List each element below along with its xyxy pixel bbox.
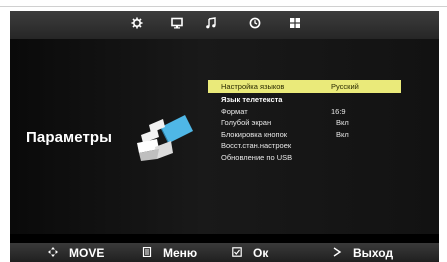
hint-ok: Ок	[232, 243, 268, 262]
menu-item-label: Язык телетекста	[221, 95, 283, 104]
menu-item-value: Вкл	[336, 129, 349, 139]
tab-picture[interactable]	[168, 16, 186, 34]
grid-icon	[289, 16, 301, 34]
menu-item-format[interactable]: Формат 16:9	[208, 106, 401, 118]
menu-button-icon	[142, 246, 163, 260]
menu-item-label: Настройка языков	[221, 82, 285, 91]
settings-menu: Настройка языков Русский Язык телетекста…	[208, 80, 401, 163]
tab-sound[interactable]	[202, 16, 220, 34]
tab-time[interactable]	[246, 16, 264, 34]
menu-item-label: Блокировка кнопок	[221, 129, 288, 139]
music-note-icon	[205, 16, 217, 34]
hint-exit: Выход	[332, 243, 393, 262]
move-arrows-icon	[48, 246, 69, 260]
menu-panel: Параметры Настройка языков Русский Язык …	[10, 39, 439, 234]
menu-item-usb-update[interactable]: Обновление по USB	[208, 152, 401, 164]
gear-icon	[131, 16, 143, 34]
menu-item-label: Восст.стан.настроек	[221, 141, 292, 150]
menu-item-teletext-language[interactable]: Язык телетекста	[208, 94, 401, 106]
clock-icon	[249, 16, 261, 34]
hint-ok-label: Ок	[253, 245, 269, 260]
menu-item-reset[interactable]: Восст.стан.настроек	[208, 140, 401, 152]
hint-exit-label: Выход	[353, 245, 394, 260]
hint-menu-label: Меню	[163, 245, 198, 260]
parameters-logo-icon	[135, 105, 193, 161]
menu-item-key-lock[interactable]: Блокировка кнопок Вкл	[208, 129, 401, 141]
menu-item-label: Голубой экран	[221, 118, 272, 127]
menu-item-value: Вкл	[336, 118, 349, 127]
tab-options[interactable]	[286, 16, 304, 34]
tab-settings[interactable]	[128, 16, 146, 34]
top-border	[0, 0, 447, 7]
menu-item-blue-screen[interactable]: Голубой экран Вкл	[208, 117, 401, 129]
hint-menu: Меню	[142, 243, 197, 262]
exit-arrow-icon	[332, 246, 353, 260]
tv-screen: Параметры Настройка языков Русский Язык …	[10, 11, 439, 262]
tab-bar	[10, 11, 439, 39]
menu-item-value: 16:9	[331, 106, 346, 116]
menu-item-language[interactable]: Настройка языков Русский	[208, 80, 401, 93]
menu-item-label: Формат	[221, 106, 248, 116]
hint-bar: MOVE Меню Ок Выход	[10, 243, 439, 262]
menu-item-value: Русский	[331, 82, 359, 91]
hint-move: MOVE	[48, 243, 104, 262]
page-title: Параметры	[26, 129, 113, 146]
hint-move-label: MOVE	[69, 245, 105, 260]
ok-button-icon	[232, 246, 253, 260]
monitor-icon	[171, 16, 183, 34]
menu-item-label: Обновление по USB	[221, 152, 293, 162]
